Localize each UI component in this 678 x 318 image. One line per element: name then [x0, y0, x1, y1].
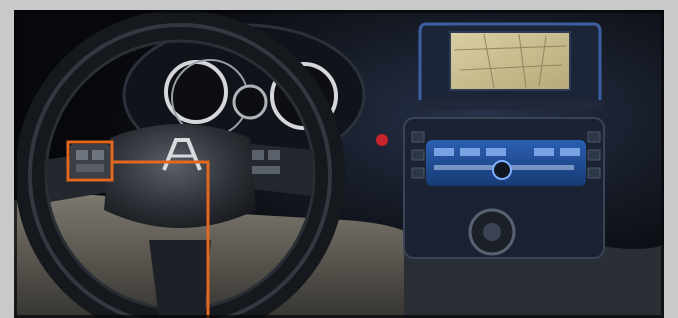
left-spoke-controls [70, 144, 110, 178]
volume-knob [492, 160, 512, 180]
bottom-spoke [149, 240, 211, 318]
dashboard-photo [14, 10, 664, 318]
control-dial-center [483, 223, 501, 241]
nav-bezel-lip [414, 100, 604, 110]
image-frame [0, 0, 678, 318]
start-button [376, 134, 388, 146]
center-gauge [232, 84, 268, 120]
dashboard-illustration [14, 10, 664, 318]
navigation-screen [449, 31, 571, 91]
